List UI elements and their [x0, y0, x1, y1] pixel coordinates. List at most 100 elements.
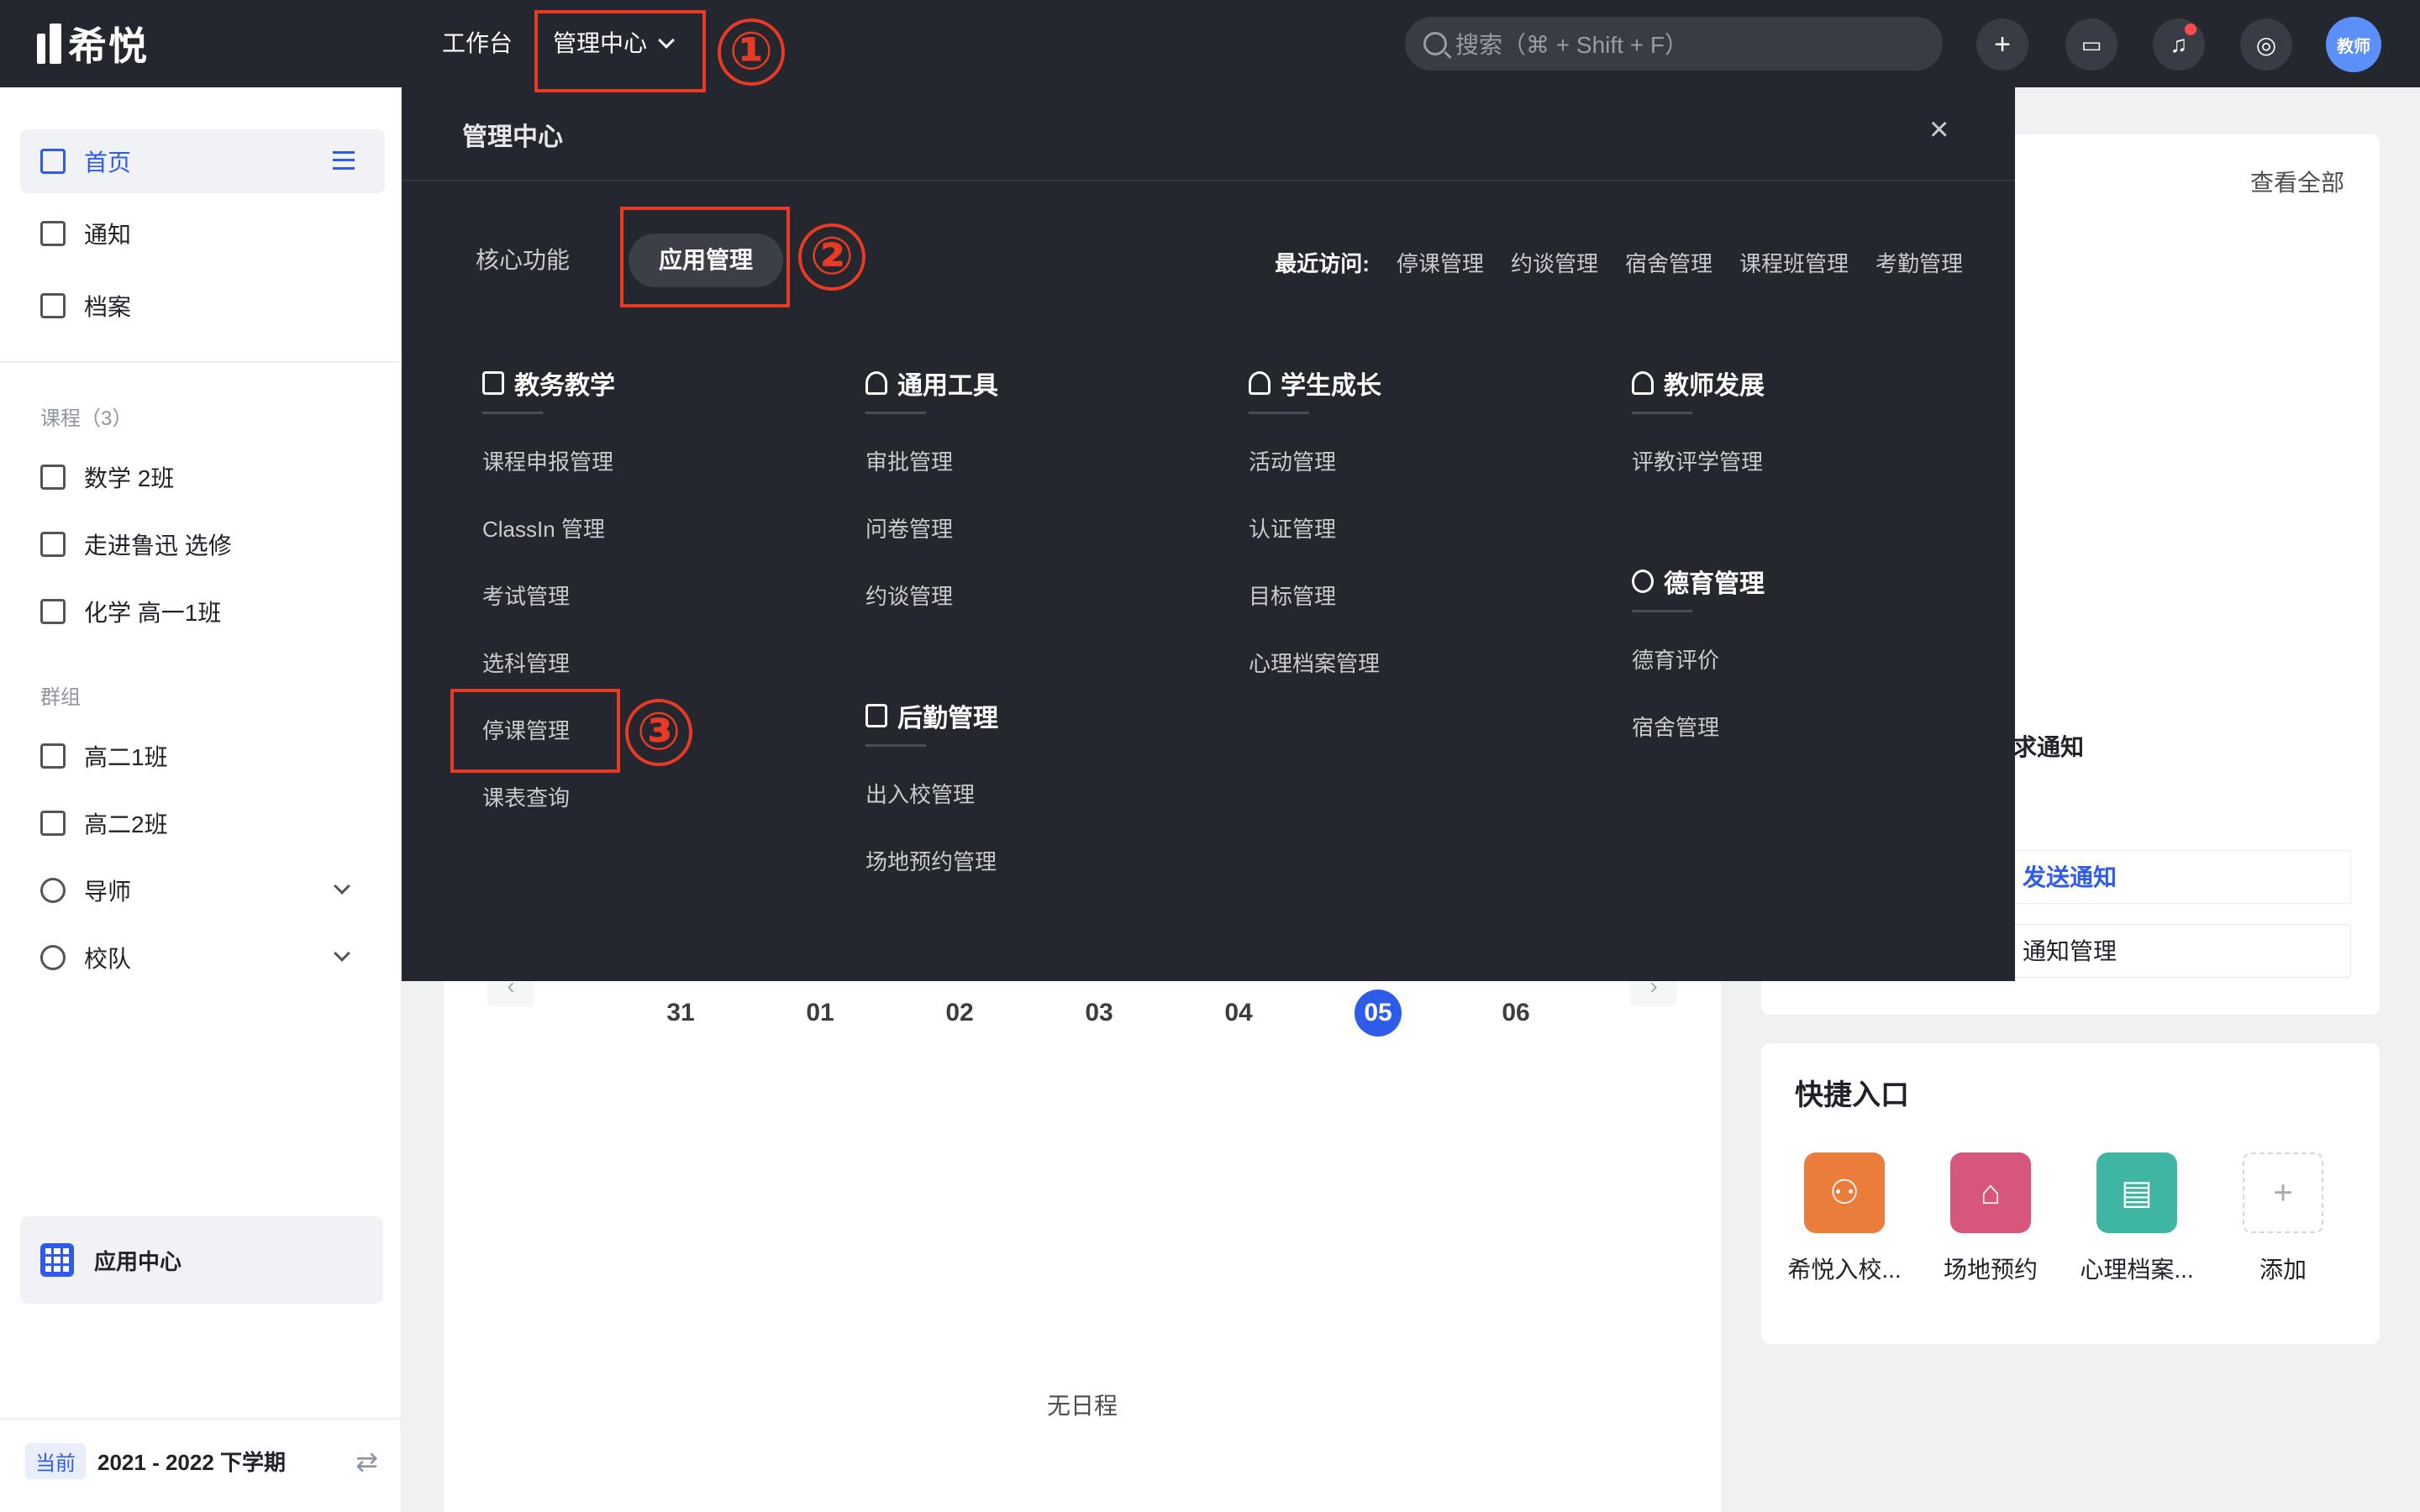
notice-manage-button[interactable]: 通知管理	[2005, 924, 2351, 978]
menu-link[interactable]: 课表查询	[482, 781, 570, 812]
add-button[interactable]: +	[1976, 18, 2028, 71]
search-placeholder: 搜索（⌘ + Shift + F）	[1455, 32, 1688, 58]
annotation-number-1: ①	[718, 18, 785, 86]
nav-workbench[interactable]: 工作台	[442, 0, 513, 87]
message-icon	[40, 221, 66, 246]
calendar-day[interactable]: 02	[934, 990, 985, 1037]
semester-label: 2021 - 2022 下学期	[97, 1450, 287, 1475]
quick-entry-item[interactable]: ⌂ 场地预约	[1928, 1152, 2054, 1285]
recent-link[interactable]: 课程班管理	[1739, 247, 1849, 278]
quick-entry-title: 快捷入口	[1795, 1079, 1909, 1111]
recent-link[interactable]: 停课管理	[1397, 247, 1484, 278]
calendar-day[interactable]: 31	[655, 990, 706, 1037]
menu-link[interactable]: 宿舍管理	[1632, 711, 1719, 742]
notification-button[interactable]: ♫	[2153, 18, 2205, 71]
grid-icon	[40, 1243, 74, 1277]
logo-mark-icon	[37, 24, 61, 64]
switch-icon[interactable]: ⇄	[355, 1446, 378, 1478]
course-icon	[40, 465, 66, 490]
close-icon[interactable]: ×	[1929, 113, 1949, 146]
sidebar-item-label: 校队	[84, 946, 132, 972]
sidebar-item-team[interactable]: 校队	[20, 926, 385, 990]
quick-entry-label: 添加	[2259, 1257, 2307, 1283]
mentor-icon	[40, 878, 66, 903]
course-label: 数学 2班	[84, 465, 175, 491]
view-all-link[interactable]: 查看全部	[2250, 165, 2344, 198]
recent-visits: 最近访问: 停课管理 约谈管理 宿舍管理 课程班管理 考勤管理	[1275, 247, 1963, 278]
section-underline	[865, 412, 926, 414]
app-logo[interactable]: 希悦	[37, 18, 149, 69]
chevron-down-icon	[334, 878, 350, 895]
flower-icon	[1632, 570, 1654, 593]
app-center-button[interactable]: 应用中心	[20, 1216, 383, 1304]
semester-switcher[interactable]: 当前 2021 - 2022 下学期 ⇄	[25, 1443, 378, 1479]
sidebar-item-archive[interactable]: 档案	[20, 274, 385, 338]
section-title: 通用工具	[897, 372, 998, 400]
menu-link[interactable]: 问卷管理	[865, 512, 953, 543]
menu-link[interactable]: 目标管理	[1249, 580, 1336, 611]
compass-icon: ◎	[2255, 31, 2277, 58]
course-item[interactable]: 化学 高一1班	[20, 580, 385, 643]
menu-link[interactable]: 课程申报管理	[482, 445, 613, 476]
wrench-icon	[865, 371, 887, 395]
settings-button[interactable]: ◎	[2240, 18, 2292, 71]
menu-link[interactable]: 考试管理	[482, 580, 570, 611]
profile-card-icon: ▤	[2096, 1152, 2177, 1233]
archive-icon	[40, 293, 66, 318]
calendar-day[interactable]: 06	[1491, 990, 1541, 1037]
menu-link[interactable]: 认证管理	[1249, 512, 1336, 543]
collapse-menu-icon[interactable]	[333, 151, 355, 170]
logo-text: 希悦	[68, 24, 149, 68]
menu-link[interactable]: 约谈管理	[865, 580, 953, 611]
menu-link[interactable]: ClassIn 管理	[482, 512, 605, 543]
sidebar-item-label: 导师	[84, 879, 132, 905]
menu-link[interactable]: 选科管理	[482, 647, 570, 678]
menu-link[interactable]: 评教评学管理	[1632, 445, 1763, 476]
sidebar-item-mentor[interactable]: 导师	[20, 858, 385, 922]
menu-link[interactable]: 出入校管理	[865, 778, 975, 809]
recent-link[interactable]: 宿舍管理	[1625, 247, 1712, 278]
menu-link[interactable]: 审批管理	[865, 445, 953, 476]
menu-link[interactable]: 活动管理	[1249, 445, 1336, 476]
sidebar-item-label: 通知	[84, 222, 132, 248]
quick-entry-item[interactable]: ▤ 心理档案...	[2074, 1152, 2200, 1285]
school-entry-icon: ⚇	[1804, 1152, 1885, 1233]
calendar-day[interactable]: 01	[795, 990, 845, 1037]
section-title: 教务教学	[514, 372, 615, 400]
recent-link[interactable]: 考勤管理	[1876, 247, 1963, 278]
recent-link[interactable]: 约谈管理	[1511, 247, 1598, 278]
group-item[interactable]: 高二1班	[20, 724, 385, 788]
chat-button[interactable]: ▭	[2065, 18, 2118, 71]
section-logistics: 后勤管理	[865, 697, 998, 734]
menu-link[interactable]: 心理档案管理	[1249, 647, 1380, 678]
quick-entry-add[interactable]: + 添加	[2220, 1152, 2346, 1285]
calendar-day[interactable]: 03	[1074, 990, 1124, 1037]
sidebar-item-notice[interactable]: 通知	[20, 202, 385, 265]
menu-link[interactable]: 德育评价	[1632, 643, 1719, 675]
recent-label: 最近访问:	[1275, 251, 1370, 276]
calendar-day-today[interactable]: 05	[1355, 990, 1402, 1037]
course-item[interactable]: 走进鲁迅 选修	[20, 512, 385, 576]
tab-core-functions[interactable]: 核心功能	[476, 234, 570, 287]
top-bar: 希悦 工作台 管理中心 搜索（⌘ + Shift + F） + ▭ ♫ ◎ 教师	[0, 0, 2420, 87]
section-underline	[1632, 412, 1692, 414]
course-icon	[40, 532, 66, 557]
sidebar-item-home[interactable]: 首页	[20, 129, 385, 193]
plus-icon: +	[2243, 1152, 2323, 1233]
section-underline	[482, 412, 543, 414]
chevron-down-icon	[334, 945, 350, 962]
section-student-growth: 学生成长	[1249, 365, 1381, 402]
avatar[interactable]: 教师	[2326, 17, 2381, 72]
search-input[interactable]: 搜索（⌘ + Shift + F）	[1405, 17, 1943, 71]
panel-title: 管理中心	[462, 123, 563, 151]
section-teacher-dev: 教师发展	[1632, 365, 1765, 402]
calendar-day[interactable]: 04	[1213, 990, 1264, 1037]
course-item[interactable]: 数学 2班	[20, 445, 385, 509]
menu-link[interactable]: 场地预约管理	[865, 845, 997, 876]
send-notice-button[interactable]: 发送通知	[2005, 850, 2351, 904]
quick-entry-item[interactable]: ⚇ 希悦入校...	[1781, 1152, 1907, 1285]
group-item[interactable]: 高二2班	[20, 791, 385, 855]
group-icon	[40, 811, 66, 836]
plus-icon: +	[1994, 28, 2011, 60]
current-badge: 当前	[25, 1443, 86, 1479]
